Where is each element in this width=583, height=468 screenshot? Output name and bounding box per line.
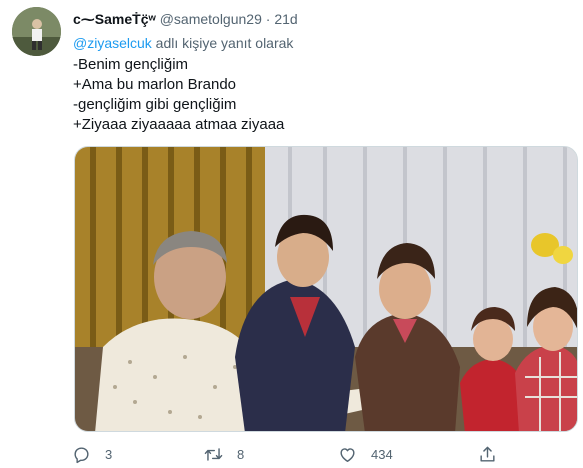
avatar[interactable] [12,7,61,56]
heart-icon [340,447,355,462]
tweet-line: -gençliğim gibi gençliğim [73,96,237,113]
tweet-line: +Ziyaaa ziyaaaaa atmaa ziyaaa [73,116,285,133]
tweet-text: -Benim gençliğim +Ama bu marlon Brando -… [73,55,563,135]
retweet-icon [204,447,223,461]
like-count: 434 [371,446,393,462]
separator-dot: · [265,11,271,27]
movie-scene-photo [75,147,577,431]
tweet-media-image[interactable] [74,146,578,432]
avatar-image [12,7,61,56]
reply-icon [74,446,89,463]
reply-context: @ziyaselcuk adlı kişiye yanıt olarak [73,33,293,53]
share-icon [480,446,495,462]
like-button[interactable]: 434 [338,440,393,468]
reply-count: 3 [105,446,113,462]
tweet-line: -Benim gençliğim [73,56,189,73]
user-handle[interactable]: @sametolgun29 [160,11,262,27]
reply-mention-link[interactable]: @ziyaselcuk [73,35,152,51]
retweet-button[interactable]: 8 [204,440,244,468]
tweet-actions: 3 8 434 [68,440,528,468]
tweet-header: ᴄ⁓SameṪç̈ʷ @sametolgun29 · 21d [73,9,573,29]
tweet-timestamp[interactable]: 21d [274,11,297,27]
share-button[interactable] [478,440,497,468]
retweet-count: 8 [237,446,245,462]
tweet-line: +Ama bu marlon Brando [73,76,237,93]
reply-button[interactable]: 3 [72,440,112,468]
reply-suffix: adlı kişiye yanıt olarak [151,35,294,51]
display-name[interactable]: ᴄ⁓SameṪç̈ʷ [73,11,156,27]
